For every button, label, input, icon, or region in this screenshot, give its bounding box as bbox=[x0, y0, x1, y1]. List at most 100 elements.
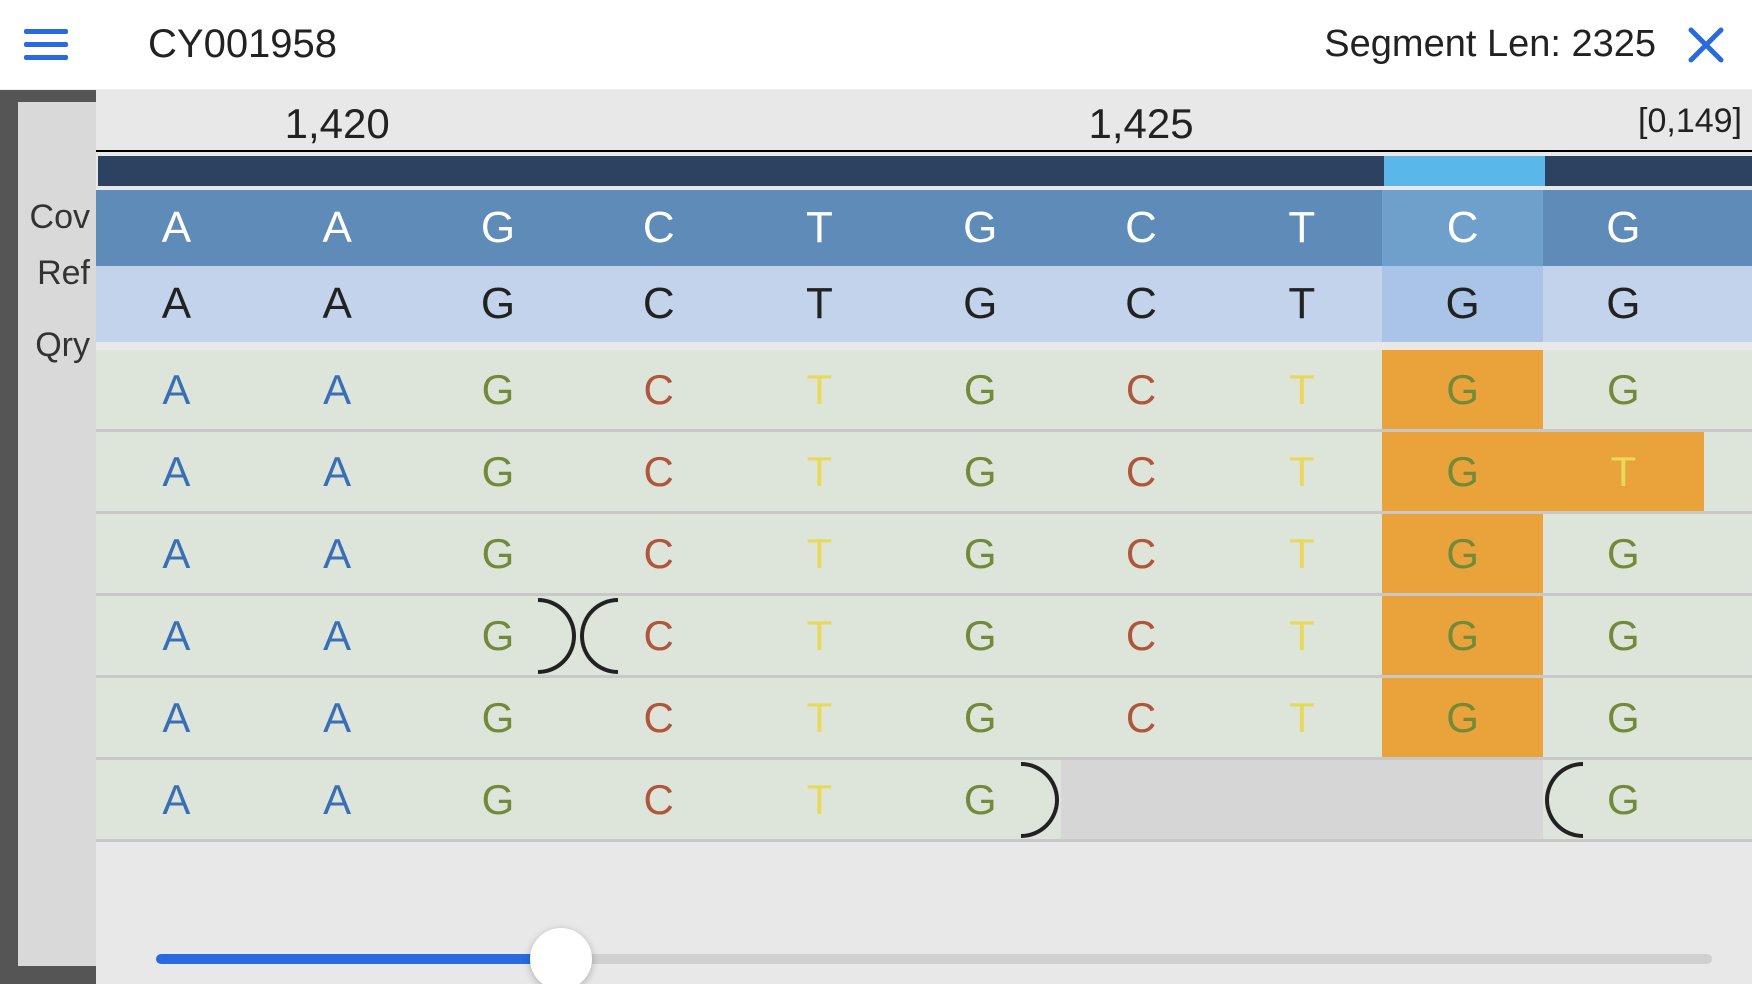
qry-base: G bbox=[418, 266, 579, 342]
read-base: G bbox=[1382, 678, 1543, 757]
read-base: C bbox=[1061, 350, 1222, 429]
qry-base: A bbox=[257, 266, 418, 342]
coverage-cell bbox=[741, 156, 902, 186]
read-base: A bbox=[96, 678, 257, 757]
read-base: A bbox=[257, 350, 418, 429]
read-base: T bbox=[739, 514, 900, 593]
ref-base: A bbox=[96, 190, 257, 266]
coverage-cell bbox=[259, 156, 420, 186]
read-base: G bbox=[900, 350, 1061, 429]
ruler: [0,149] 1,420 1,425 bbox=[96, 90, 1752, 152]
ruler-tick: 1,425 bbox=[1088, 100, 1193, 148]
coverage-cell bbox=[1384, 156, 1545, 186]
read-base: G bbox=[1382, 432, 1543, 511]
coverage-cell bbox=[1223, 156, 1384, 186]
ref-base: G bbox=[1543, 190, 1704, 266]
read-base: A bbox=[96, 350, 257, 429]
ref-base: G bbox=[418, 190, 579, 266]
read-base: G bbox=[1382, 596, 1543, 675]
read-base: T bbox=[739, 678, 900, 757]
ref-base: G bbox=[900, 190, 1061, 266]
read-base: G bbox=[418, 514, 579, 593]
read-base: A bbox=[257, 514, 418, 593]
read-base: C bbox=[1061, 596, 1222, 675]
topbar: CY001958 Segment Len: 2325 bbox=[0, 0, 1752, 90]
read-row[interactable]: AAGCTGCTGG bbox=[96, 514, 1752, 596]
segment-title: CY001958 bbox=[148, 22, 1324, 67]
read-base: G bbox=[1382, 350, 1543, 429]
read-row[interactable]: AAGCTGCTGG bbox=[96, 678, 1752, 760]
ruler-tick: 1,420 bbox=[285, 100, 390, 148]
read-base: T bbox=[1221, 432, 1382, 511]
read-base: A bbox=[96, 760, 257, 839]
read-base: G bbox=[418, 678, 579, 757]
ref-base: T bbox=[739, 190, 900, 266]
read-base: C bbox=[578, 760, 739, 839]
range-label: [0,149] bbox=[1638, 102, 1742, 141]
read-base: A bbox=[96, 596, 257, 675]
ref-base: T bbox=[1221, 190, 1382, 266]
coverage-cell bbox=[420, 156, 581, 186]
ref-base: C bbox=[578, 190, 739, 266]
alignment-canvas[interactable]: [0,149] 1,4201,425 AAGCTGCTCGAAGCTGCTGGA… bbox=[96, 90, 1752, 984]
read-row[interactable]: AAGCTGCTGG bbox=[96, 350, 1752, 432]
read-base: G bbox=[900, 432, 1061, 511]
menu-icon[interactable] bbox=[24, 23, 68, 67]
slider-thumb[interactable] bbox=[530, 928, 592, 984]
read-base: A bbox=[257, 596, 418, 675]
read-base: T bbox=[1221, 514, 1382, 593]
qry-base: T bbox=[1221, 266, 1382, 342]
coverage-cell bbox=[580, 156, 741, 186]
read-base: G bbox=[900, 678, 1061, 757]
read-base: C bbox=[1061, 432, 1222, 511]
read-base: A bbox=[96, 432, 257, 511]
read-base: T bbox=[739, 760, 900, 839]
read-base: G bbox=[418, 760, 579, 839]
close-icon[interactable] bbox=[1684, 23, 1728, 67]
read-base: T bbox=[1221, 678, 1382, 757]
coverage-cell bbox=[98, 156, 259, 186]
coverage-cell bbox=[1545, 156, 1706, 186]
read-row[interactable]: AAGCTGCTGG bbox=[96, 596, 1752, 678]
read-base: T bbox=[1543, 432, 1704, 511]
qry-base: T bbox=[739, 266, 900, 342]
read-base: C bbox=[578, 678, 739, 757]
label-qry: Qry bbox=[35, 326, 90, 365]
read-base: G bbox=[418, 432, 579, 511]
coverage-cell bbox=[1063, 156, 1224, 186]
read-base: C bbox=[578, 350, 739, 429]
qry-base: G bbox=[1382, 266, 1543, 342]
ref-base: C bbox=[1382, 190, 1543, 266]
read-base: G bbox=[1543, 514, 1704, 593]
ref-base: A bbox=[257, 190, 418, 266]
read-row[interactable]: AAGCTGCTGT bbox=[96, 432, 1752, 514]
read-base: G bbox=[1382, 514, 1543, 593]
qry-base: A bbox=[96, 266, 257, 342]
qry-base: C bbox=[1061, 266, 1222, 342]
read-base: A bbox=[257, 678, 418, 757]
qry-base: G bbox=[900, 266, 1061, 342]
read-base: C bbox=[1061, 514, 1222, 593]
read-base: G bbox=[900, 596, 1061, 675]
read-base: G bbox=[1543, 678, 1704, 757]
read-base: T bbox=[739, 432, 900, 511]
qry-base: C bbox=[578, 266, 739, 342]
segment-length: Segment Len: 2325 bbox=[1324, 23, 1656, 66]
position-slider[interactable] bbox=[156, 954, 1712, 964]
read-base: G bbox=[900, 514, 1061, 593]
coverage-cell bbox=[902, 156, 1063, 186]
read-base: A bbox=[257, 760, 418, 839]
label-cov: Cov bbox=[30, 198, 90, 237]
read-base: T bbox=[739, 596, 900, 675]
read-base: C bbox=[1061, 678, 1222, 757]
read-base: A bbox=[257, 432, 418, 511]
read-base: A bbox=[96, 514, 257, 593]
row-labels-sidebar: Cov Ref Qry bbox=[0, 90, 96, 984]
read-row[interactable]: AAGCTGG bbox=[96, 760, 1752, 842]
read-base: T bbox=[739, 350, 900, 429]
read-base: G bbox=[418, 350, 579, 429]
read-base: T bbox=[1221, 350, 1382, 429]
read-base: G bbox=[1543, 350, 1704, 429]
read-base: T bbox=[1221, 596, 1382, 675]
app-root: CY001958 Segment Len: 2325 Cov Ref Qry [… bbox=[0, 0, 1752, 984]
